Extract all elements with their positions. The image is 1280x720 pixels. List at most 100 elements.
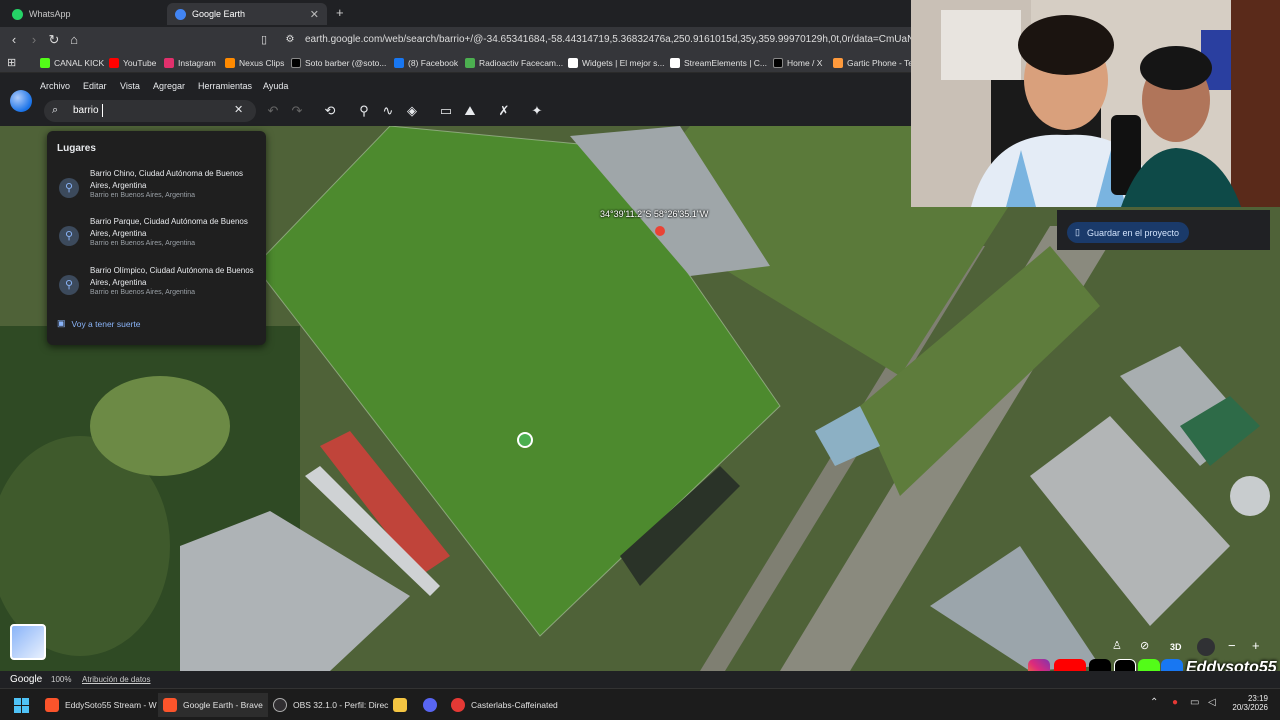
taskbar-item[interactable]: OBS 32.1.0 - Perfil: Direc [268, 693, 393, 717]
zoom-out-icon[interactable]: − [1228, 638, 1236, 653]
back-icon[interactable]: ‹ [6, 32, 22, 48]
taskbar-item[interactable] [388, 693, 418, 717]
home-icon[interactable]: ⌂ [66, 32, 82, 48]
taskbar-item-active[interactable]: Google Earth - Brave [158, 693, 268, 717]
bookmark-label: Nexus Clips [239, 58, 285, 68]
add-placemark-icon[interactable]: ⚲ [356, 103, 372, 119]
save-label: Guardar en el proyecto [1086, 227, 1180, 238]
forward-icon[interactable]: › [26, 32, 42, 48]
history-icon[interactable]: ⟲ [322, 103, 338, 119]
bookmark-instagram[interactable]: Instagram [164, 56, 216, 70]
menu-editar[interactable]: Editar [83, 81, 107, 91]
network-icon[interactable]: ▭ [1190, 697, 1199, 708]
zoom-in-icon[interactable]: + [1252, 638, 1260, 653]
measure-icon[interactable]: ▭ [438, 103, 454, 119]
place-result[interactable]: ⚲ Barrio Olímpico, Ciudad Autónoma de Bu… [47, 265, 266, 311]
webcam-overlay [911, 0, 1280, 207]
map-style-thumbnail[interactable] [10, 624, 46, 660]
undo-icon[interactable]: ↶ [265, 103, 281, 119]
bookmark-streamelements[interactable]: StreamElements | C... [670, 56, 767, 70]
toggle-3d-button[interactable]: 3D [1170, 642, 1182, 652]
taskbar-label: EddySoto55 Stream - W [65, 700, 157, 710]
bookmark-icon[interactable]: ▯ [256, 32, 272, 48]
bookmark-radioactiv[interactable]: Radioactiv Facecam... [465, 56, 563, 70]
tab-google-earth[interactable]: Google Earth ✕ [167, 3, 327, 25]
text-cursor [102, 104, 103, 117]
volume-icon[interactable]: ◁ [1208, 697, 1216, 708]
close-tab-icon[interactable]: ✕ [310, 8, 319, 21]
menu-agregar[interactable]: Agregar [153, 81, 185, 91]
tab-label: WhatsApp [29, 9, 71, 19]
google-brand: Google [10, 674, 43, 685]
menu-ayuda[interactable]: Ayuda [263, 81, 288, 91]
new-tab-button[interactable]: + [336, 5, 344, 20]
lucky-link[interactable]: ▣ Voy a tener suerte [57, 318, 141, 329]
menu-herramientas[interactable]: Herramientas [198, 81, 252, 91]
bookmark-soto-barber[interactable]: Soto barber (@soto... [291, 56, 386, 70]
redo-icon[interactable]: ↷ [289, 103, 305, 119]
search-input[interactable]: ⌕ barrio ✕ [44, 100, 256, 122]
tab-whatsapp[interactable]: WhatsApp [4, 3, 164, 25]
folder-icon [393, 698, 407, 712]
apps-grid-icon[interactable]: ⊞ [7, 56, 16, 69]
hide-labels-icon[interactable]: ⊘ [1140, 639, 1149, 652]
layers-icon[interactable]: ◈ [404, 103, 420, 119]
search-value: barrio [73, 105, 99, 116]
gemini-icon[interactable]: ✦ [529, 103, 545, 119]
brave-icon [163, 698, 177, 712]
bookmark-facebook[interactable]: (8) Facebook [394, 56, 458, 70]
place-name: Barrio Olímpico, Ciudad Autónoma de Buen… [90, 266, 254, 287]
casterlabs-icon [451, 698, 465, 712]
microphone-icon[interactable]: ● [1172, 697, 1178, 708]
compass-icon[interactable] [1197, 638, 1215, 656]
kick-icon [40, 58, 50, 68]
add-path-icon[interactable]: ∿ [380, 103, 396, 119]
bookmark-widgets[interactable]: Widgets | El mejor s... [568, 56, 665, 70]
clock-date: 20/3/2026 [1232, 703, 1268, 712]
save-to-project-button[interactable]: ▯ Guardar en el proyecto [1067, 222, 1189, 243]
tools-icon[interactable]: ✗ [496, 103, 512, 119]
radioactiv-icon [465, 58, 475, 68]
taskbar-item[interactable] [418, 693, 448, 717]
webcam-feed [911, 0, 1280, 207]
taskbar-item[interactable]: Casterlabs-Caffeinated [446, 693, 563, 717]
place-result[interactable]: ⚲ Barrio Chino, Ciudad Autónoma de Bueno… [47, 168, 266, 214]
bookmark-gartic-phone[interactable]: Gartic Phone - Tele [833, 56, 920, 70]
earth-logo-icon[interactable] [10, 90, 32, 112]
menu-vista[interactable]: Vista [120, 81, 140, 91]
nexus-icon [225, 58, 235, 68]
reload-icon[interactable]: ↻ [46, 32, 62, 48]
clock-time: 23:19 [1247, 694, 1268, 703]
image-overlay-icon[interactable]: ⛰ [462, 103, 478, 119]
clear-search-icon[interactable]: ✕ [234, 103, 243, 116]
taskbar-item[interactable]: EddySoto55 Stream - W [40, 693, 162, 717]
bookmark-label: YouTube [123, 58, 157, 68]
bookmark-label: Widgets | El mejor s... [582, 58, 665, 68]
tray-chevron-icon[interactable]: ⌃ [1150, 697, 1158, 708]
bookmark-canal-kick[interactable]: CANAL KICK [40, 56, 104, 70]
earth-status-bar: Google 100% Atribución de datos [0, 671, 1280, 688]
lucky-label: Voy a tener suerte [71, 318, 141, 329]
bookmark-label: Radioactiv Facecam... [479, 58, 564, 68]
brave-icon [45, 698, 59, 712]
attribution-link[interactable]: Atribución de datos [82, 675, 151, 684]
dropdown-title: Lugares [57, 143, 96, 154]
menu-archivo[interactable]: Archivo [40, 81, 70, 91]
windows-taskbar: EddySoto55 Stream - W Google Earth - Bra… [0, 688, 1280, 720]
youtube-icon [109, 58, 119, 68]
clock[interactable]: 23:19 20/3/2026 [1230, 694, 1268, 712]
windows-start-icon[interactable] [14, 698, 29, 713]
site-info-icon[interactable]: ⚙ [282, 32, 298, 48]
pegman-icon[interactable]: ♙ [1112, 639, 1122, 652]
search-results-dropdown: Lugares ⚲ Barrio Chino, Ciudad Autónoma … [47, 131, 266, 345]
place-name: Barrio Chino, Ciudad Autónoma de Buenos … [90, 169, 243, 190]
url-field[interactable]: earth.google.com/web/search/barrio+/@-34… [305, 31, 945, 49]
bookmark-youtube[interactable]: YouTube [109, 56, 156, 70]
bookmark-home-x[interactable]: Home / X [773, 56, 822, 70]
place-result[interactable]: ⚲ Barrio Parque, Ciudad Autónoma de Buen… [47, 216, 266, 262]
whatsapp-icon [12, 8, 23, 20]
place-name: Barrio Parque, Ciudad Autónoma de Buenos… [90, 217, 248, 238]
zoom-level: 100% [51, 675, 72, 684]
bookmark-nexus-clips[interactable]: Nexus Clips [225, 56, 284, 70]
bookmark-label: (8) Facebook [408, 58, 459, 68]
